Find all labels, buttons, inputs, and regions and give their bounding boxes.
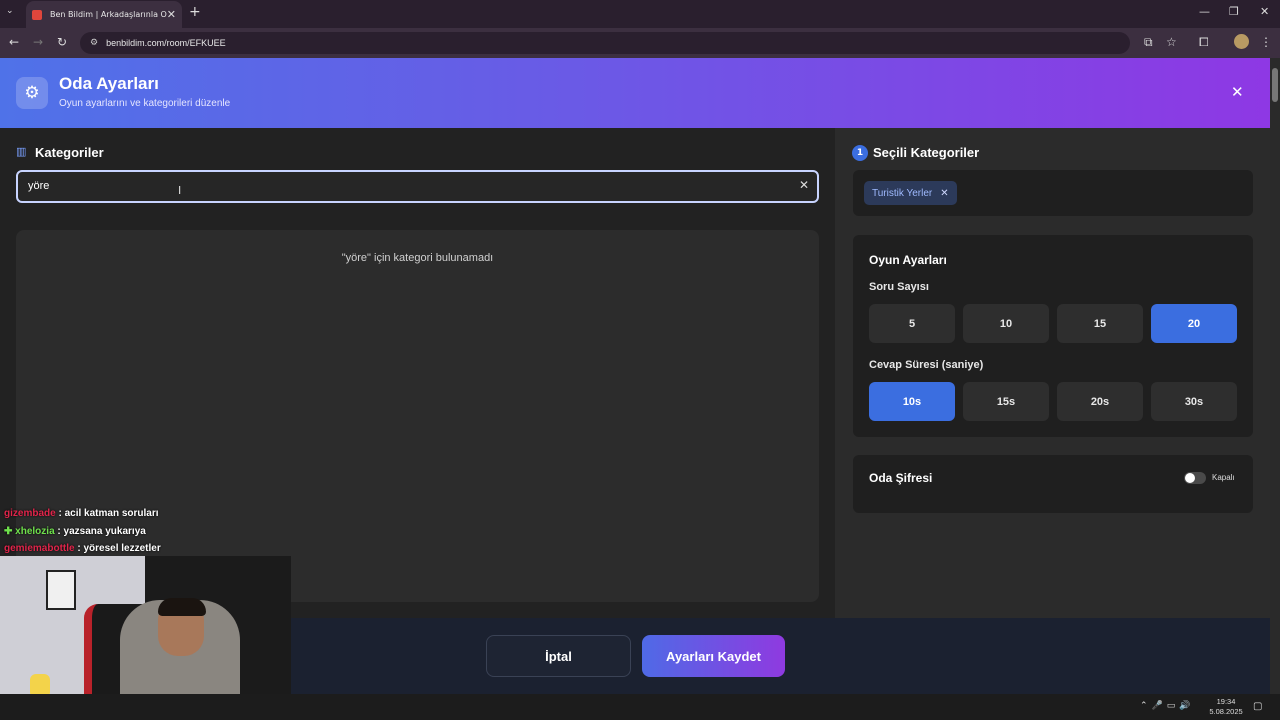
room-password-label: Oda Şifresi <box>869 471 933 485</box>
selected-categories-title: Seçili Kategoriler <box>873 145 980 160</box>
room-password-card: Oda Şifresi Kapalı <box>853 455 1253 513</box>
browser-tab[interactable]: Ben Bildim | Arkadaşlarınla Onli ✕ <box>26 1 182 28</box>
chat-user: gizembade <box>4 508 56 519</box>
game-settings-title: Oyun Ayarları <box>869 253 947 267</box>
toggle-knob <box>1185 473 1195 483</box>
page-subtitle: Oyun ayarlarını ve kategorileri düzenle <box>59 98 231 109</box>
question-option-15[interactable]: 15 <box>1057 304 1143 343</box>
taskbar-clock[interactable]: 19:34 5.08.2025 <box>1206 697 1246 717</box>
password-toggle[interactable] <box>1184 472 1206 484</box>
text-cursor-icon: I <box>178 184 182 197</box>
url-text: benbildim.com/room/EFKUEE <box>106 38 226 48</box>
question-option-10[interactable]: 10 <box>963 304 1049 343</box>
tray-icons[interactable]: ⌃🎤▭🔊 <box>1140 701 1194 711</box>
profile-avatar[interactable] <box>1234 34 1249 49</box>
chat-user: gemiemabottle <box>4 543 75 554</box>
favicon-icon <box>32 9 42 20</box>
page-title: Oda Ayarları <box>59 74 159 93</box>
empty-message: "yöre" için kategori bulunamadı <box>341 252 494 264</box>
chat-message: : yöresel lezzetler <box>77 543 161 554</box>
chat-user: xhelozia <box>15 525 55 537</box>
question-option-5[interactable]: 5 <box>869 304 955 343</box>
time-option-30s[interactable]: 30s <box>1151 382 1237 421</box>
window-close-icon[interactable]: ✕ <box>1260 5 1269 18</box>
forward-icon[interactable]: → <box>33 35 43 49</box>
stream-chat-overlay: gizembade : acil katman soruları ✚ xhelo… <box>4 505 161 558</box>
back-icon[interactable]: ← <box>9 35 19 49</box>
clear-search-icon[interactable]: ✕ <box>799 178 809 192</box>
chat-line: gizembade : acil katman soruları <box>4 505 161 523</box>
extensions-icon[interactable]: ⧠ <box>1199 35 1209 50</box>
selected-categories-box: Turistik Yerler ✕ <box>853 170 1253 216</box>
minimize-icon[interactable]: — <box>1199 5 1210 18</box>
chat-line: ✚ xhelozia : yazsana yukarıya <box>4 523 161 541</box>
cast-icon[interactable]: ⧉ <box>1144 35 1153 50</box>
sub-badge-icon: ✚ <box>4 525 13 537</box>
question-option-20[interactable]: 20 <box>1151 304 1237 343</box>
password-state: Kapalı <box>1212 473 1235 482</box>
category-chip[interactable]: Turistik Yerler ✕ <box>864 181 957 205</box>
browser-tab-bar: ⌄ Ben Bildim | Arkadaşlarınla Onli ✕ + —… <box>0 0 1280 28</box>
time-option-20s[interactable]: 20s <box>1057 382 1143 421</box>
url-field[interactable]: ⚙ benbildim.com/room/EFKUEE <box>80 32 1130 54</box>
restore-icon[interactable]: ❐ <box>1229 5 1239 18</box>
question-count-label: Soru Sayısı <box>869 281 929 293</box>
time-option-15s[interactable]: 15s <box>963 382 1049 421</box>
category-search-input[interactable]: yöre ✕ <box>16 170 819 203</box>
gear-icon: ⚙ <box>16 77 48 109</box>
answer-time-label: Cevap Süresi (saniye) <box>869 359 984 371</box>
close-icon[interactable]: ✕ <box>1231 83 1244 101</box>
reload-icon[interactable]: ↻ <box>57 35 67 49</box>
building-icon: ▥ <box>16 145 27 158</box>
clock-time: 19:34 <box>1216 697 1236 706</box>
tab-search-icon[interactable]: ⌄ <box>6 6 14 16</box>
scrollbar-thumb[interactable] <box>1272 68 1278 102</box>
chat-message: : acil katman soruları <box>58 508 159 519</box>
tab-close-icon[interactable]: ✕ <box>167 8 176 21</box>
address-bar-row: ← → ↻ ⚙ benbildim.com/room/EFKUEE ⧉ ☆ ⧠ … <box>0 28 1280 58</box>
clock-date: 5.08.2025 <box>1209 707 1243 716</box>
notification-icon[interactable]: ▢ <box>1253 701 1262 712</box>
categories-title: Kategoriler <box>35 145 104 160</box>
os-taskbar <box>0 694 1280 720</box>
bookmark-star-icon[interactable]: ☆ <box>1166 35 1177 49</box>
webcam-poster <box>46 570 76 610</box>
tab-title: Ben Bildim | Arkadaşlarınla Onli <box>50 10 167 19</box>
site-info-icon[interactable]: ⚙ <box>90 38 98 48</box>
chip-label: Turistik Yerler <box>872 187 933 199</box>
streamer-hair <box>158 598 206 616</box>
chat-line: gemiemabottle : yöresel lezzetler <box>4 540 161 558</box>
game-settings-card: Oyun Ayarları Soru Sayısı 5 10 15 20 Cev… <box>853 235 1253 437</box>
menu-icon[interactable]: ⋮ <box>1260 35 1272 49</box>
time-option-10s[interactable]: 10s <box>869 382 955 421</box>
settings-header: ⚙ Oda Ayarları Oyun ayarlarını ve katego… <box>0 58 1270 128</box>
remove-chip-icon[interactable]: ✕ <box>940 188 948 199</box>
search-value: yöre <box>28 180 50 192</box>
save-settings-button[interactable]: Ayarları Kaydet <box>642 635 785 677</box>
selected-count-badge: 1 <box>852 145 868 161</box>
chat-message: : yazsana yukarıya <box>57 525 146 537</box>
scrollbar[interactable] <box>1270 58 1280 698</box>
new-tab-icon[interactable]: + <box>189 4 201 20</box>
cancel-button[interactable]: İptal <box>486 635 631 677</box>
